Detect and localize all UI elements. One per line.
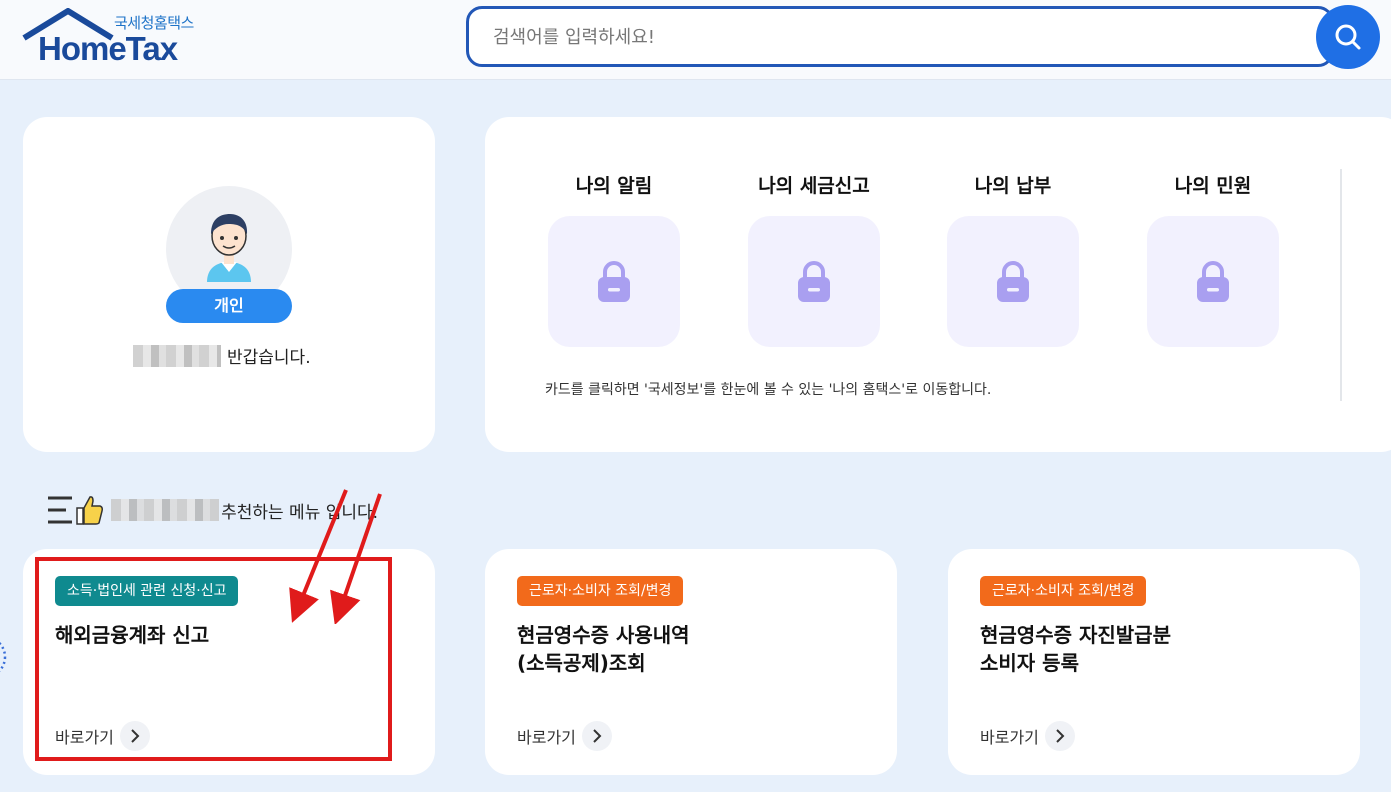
search-button[interactable]	[1316, 5, 1380, 69]
search-icon	[1335, 24, 1361, 50]
chevron-right-icon[interactable]	[581, 721, 612, 751]
my-civil-petition-item[interactable]: 나의 민원	[1147, 171, 1279, 347]
thumbs-up-list-icon	[48, 496, 103, 525]
user-type-badge: 개인	[166, 289, 292, 323]
lock-icon	[598, 261, 630, 302]
my-info-note: 카드를 클릭하면 '국세정보'를 한눈에 볼 수 있는 '나의 홈택스'로 이동…	[545, 382, 992, 398]
go-link-label: 바로가기	[517, 728, 576, 747]
lock-icon	[997, 261, 1029, 302]
loading-ring-icon	[0, 641, 7, 673]
my-civil-petition-card[interactable]	[1147, 216, 1279, 347]
greeting: 반갑습니다.	[133, 343, 311, 369]
menu-title: 현금영수증 자진발급분 소비자 등록	[980, 623, 1171, 675]
my-alerts-card[interactable]	[548, 216, 680, 347]
my-payment-title: 나의 납부	[974, 175, 1052, 197]
lock-icon	[798, 261, 830, 302]
person-icon	[207, 214, 251, 282]
logo-title: HomeTax	[38, 30, 178, 67]
red-arrows-annotation	[289, 489, 382, 624]
hometax-logo[interactable]: 국세청홈택스 HomeTax	[22, 8, 222, 72]
my-alerts-title: 나의 알림	[575, 175, 653, 197]
my-tax-filing-card[interactable]	[748, 216, 880, 347]
greeting-text: 반갑습니다.	[227, 348, 311, 368]
menu-category-tag: 근로자·소비자 조회/변경	[980, 576, 1147, 606]
menu-card[interactable]: 근로자·소비자 조회/변경 현금영수증 자진발급분 소비자 등록 바로가기	[948, 549, 1360, 775]
my-tax-filing-item[interactable]: 나의 세금신고	[748, 171, 880, 347]
my-alerts-item[interactable]: 나의 알림	[548, 171, 680, 347]
lock-icon	[1197, 261, 1229, 302]
my-payment-item[interactable]: 나의 납부	[947, 171, 1079, 347]
menu-card[interactable]: 근로자·소비자 조회/변경 현금영수증 사용내역 (소득공제)조회 바로가기	[485, 549, 897, 775]
my-tax-filing-title: 나의 세금신고	[758, 175, 870, 197]
blurred-user-name	[111, 499, 220, 521]
blurred-user-name	[133, 344, 221, 367]
my-payment-card[interactable]	[947, 216, 1079, 347]
my-civil-petition-title: 나의 민원	[1174, 175, 1252, 197]
chevron-right-icon[interactable]	[1044, 721, 1075, 751]
go-link[interactable]: 바로가기	[980, 721, 1075, 753]
search-input[interactable]	[493, 23, 1273, 51]
search-box	[466, 6, 1334, 67]
go-link-label: 바로가기	[980, 728, 1039, 747]
profile-card: 개인 반갑습니다.	[23, 117, 435, 452]
header: 국세청홈택스 HomeTax	[0, 0, 1391, 80]
menu-title: 현금영수증 사용내역 (소득공제)조회	[517, 623, 690, 675]
menu-category-tag: 근로자·소비자 조회/변경	[517, 576, 684, 606]
my-info-card: 나의 알림 나의 세금신고 나의 납부 나의 민원 카드를 클릭하면 '국세정보…	[485, 117, 1391, 452]
divider	[1340, 169, 1342, 401]
go-link[interactable]: 바로가기	[517, 721, 612, 753]
